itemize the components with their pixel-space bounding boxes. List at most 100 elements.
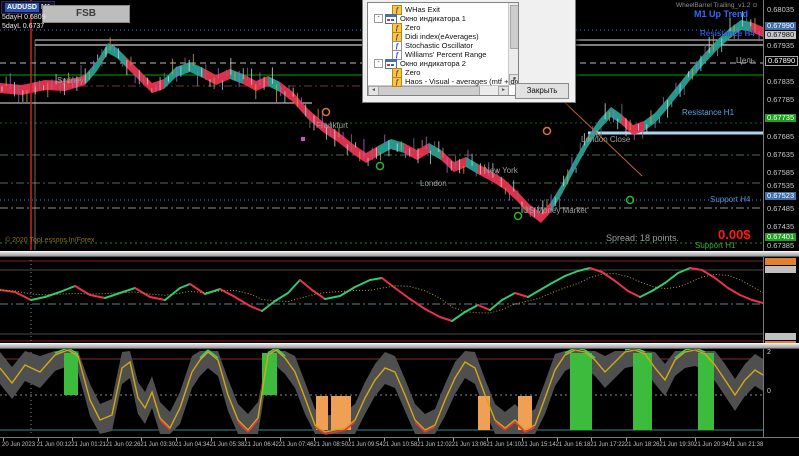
time-label: 21 Jun 00:12 <box>37 442 72 448</box>
price-label: 0.67835 <box>767 78 794 86</box>
price-scale[interactable]: 0.680350.679900.679800.679350.678900.678… <box>763 0 799 437</box>
close-button[interactable]: Закрыть <box>515 83 569 99</box>
price-label: 0.67585 <box>767 169 794 177</box>
time-tick <box>453 438 454 441</box>
mt4-chart-window: AUDUSD M1 FSB 5dayH 0.6809 5dayL 0.6737 … <box>0 0 799 456</box>
ma-ribbon-segment <box>190 62 203 78</box>
tree-item[interactable]: fHaos - Visual - averages (mtf + diverge… <box>392 77 519 86</box>
oscillator-segment <box>370 278 382 280</box>
time-label: 21 Jun 16:18 <box>556 442 591 448</box>
oscillator-segment <box>425 309 440 317</box>
subwindow-scale-top: 2 <box>767 349 771 356</box>
time-tick <box>280 438 281 441</box>
ma-ribbon-segment <box>679 69 691 94</box>
ma-ribbon-segment <box>504 179 517 201</box>
ma-ribbon-segment <box>152 79 164 93</box>
oscillator-segment <box>740 295 752 300</box>
time-label: 21 Jun 15:14 <box>521 442 556 448</box>
tree-item[interactable]: fWilliams' Percent Range <box>392 50 486 59</box>
oscillator-segment <box>502 293 515 300</box>
oscillator-segment <box>478 305 490 310</box>
tree-item[interactable]: fWHas Exit <box>392 5 440 14</box>
price-label: 0.67485 <box>767 205 794 213</box>
tree-expander-icon[interactable]: - <box>374 14 383 23</box>
time-tick <box>72 438 73 441</box>
session-label: Frankfurt <box>316 121 348 130</box>
ma-ribbon-segment <box>667 84 679 109</box>
oscillator-segment <box>355 280 370 287</box>
time-label: 21 Jun 10:58 <box>383 442 418 448</box>
indicator-watermark: WheelBarrel Trailing_v1.2 ⊙ <box>676 1 758 9</box>
tree-item[interactable]: - Окно индикатора 2 <box>374 59 466 68</box>
price-label: 0.67890 <box>765 56 798 66</box>
oscillator-segment <box>552 276 565 283</box>
horizontal-scrollbar[interactable]: ◄ ► <box>368 85 509 95</box>
subwindow-value-box <box>765 333 796 340</box>
time-label: 21 Jun 07:46 <box>279 442 314 448</box>
time-tick <box>245 438 246 441</box>
time-label: 21 Jun 20:34 <box>694 442 729 448</box>
ma-ribbon-segment <box>164 67 176 89</box>
oscillator-segment <box>300 280 312 290</box>
time-tick <box>3 438 4 441</box>
oscillator-segment <box>628 291 640 297</box>
symbol-name: AUDUSD <box>5 3 39 12</box>
oscillator-segment <box>31 297 45 300</box>
resistance-h4-label: Resistance H4 <box>700 29 755 38</box>
scroll-right-icon[interactable]: ► <box>498 86 509 96</box>
oscillator-segment <box>715 278 728 288</box>
vertical-scrollbar[interactable]: ▼ <box>508 3 518 85</box>
oscillator-segment <box>165 288 180 300</box>
signal-marker-icon <box>544 128 551 135</box>
tree-item-label: Zero <box>405 68 420 77</box>
time-tick <box>591 438 592 441</box>
target-label: Цель <box>736 56 755 65</box>
price-label: 0.67785 <box>767 96 794 104</box>
ma-ribbon-segment <box>338 132 353 154</box>
time-axis[interactable]: 20 Jun 202321 Jun 00:1221 Jun 01:2121 Ju… <box>0 437 799 456</box>
haos-green-bar <box>64 353 78 395</box>
price-label: 0.67385 <box>767 242 794 250</box>
tree-item[interactable]: fStochastic Oscillator <box>392 41 473 50</box>
oscillator-segment <box>665 273 678 283</box>
price-label: 0.68035 <box>767 6 794 14</box>
time-label: 21 Jun 02:26 <box>106 442 141 448</box>
oscillator-segment <box>75 286 90 295</box>
time-tick <box>695 438 696 441</box>
indicator-tree-list[interactable]: ▼ ◄ ► fWHas Exit-Окно индикатора 1fZerof… <box>367 2 519 96</box>
oscillator-segment <box>452 312 465 321</box>
oscillator-segment <box>515 293 528 297</box>
vertical-scrollbar-thumb[interactable] <box>510 5 519 49</box>
haos-orange-bar <box>478 396 490 430</box>
signal-marker-icon <box>323 109 330 116</box>
subwindow-scale-mid: 0 <box>767 388 771 395</box>
oscillator-segment <box>150 297 165 300</box>
time-label: 21 Jun 14:10 <box>486 442 521 448</box>
horizontal-scrollbar-thumb[interactable] <box>378 86 480 96</box>
oscillator-segment <box>565 271 578 276</box>
fsb-button[interactable]: FSB <box>42 5 130 23</box>
time-label: 21 Jun 21:38 <box>729 442 764 448</box>
tree-expander-icon[interactable]: - <box>374 59 383 68</box>
price-label: 0.67401 <box>765 233 796 241</box>
support-h4-label: Support H4 <box>710 195 750 204</box>
ma-ribbon-segment <box>268 76 280 92</box>
oscillator-segment <box>312 290 325 299</box>
oscillator-segment <box>135 288 150 297</box>
copyright-label: © 2020 TopLessons.In/Forex <box>5 237 94 244</box>
ma-ribbon-segment <box>138 69 152 93</box>
window-splitter-1[interactable] <box>0 251 799 257</box>
oscillator-segment <box>90 295 105 298</box>
ma-ribbon-segment <box>243 74 256 91</box>
tree-item[interactable]: fDidi index(eAverages) <box>392 32 479 41</box>
tree-item[interactable]: -Окно индикатора 1 <box>374 14 466 23</box>
oscillator-segment <box>440 317 452 321</box>
time-label: 21 Jun 03:30 <box>140 442 175 448</box>
oscillator-segment <box>382 278 395 288</box>
window-splitter-2[interactable] <box>0 343 799 349</box>
time-label: 21 Jun 19:30 <box>659 442 694 448</box>
time-tick <box>730 438 731 441</box>
price-label: 0.67990 <box>765 22 796 30</box>
tree-item-label: Окно индикатора 2 <box>400 59 466 68</box>
tree-item-label: Haos - Visual - averages (mtf + divergen… <box>405 77 519 86</box>
